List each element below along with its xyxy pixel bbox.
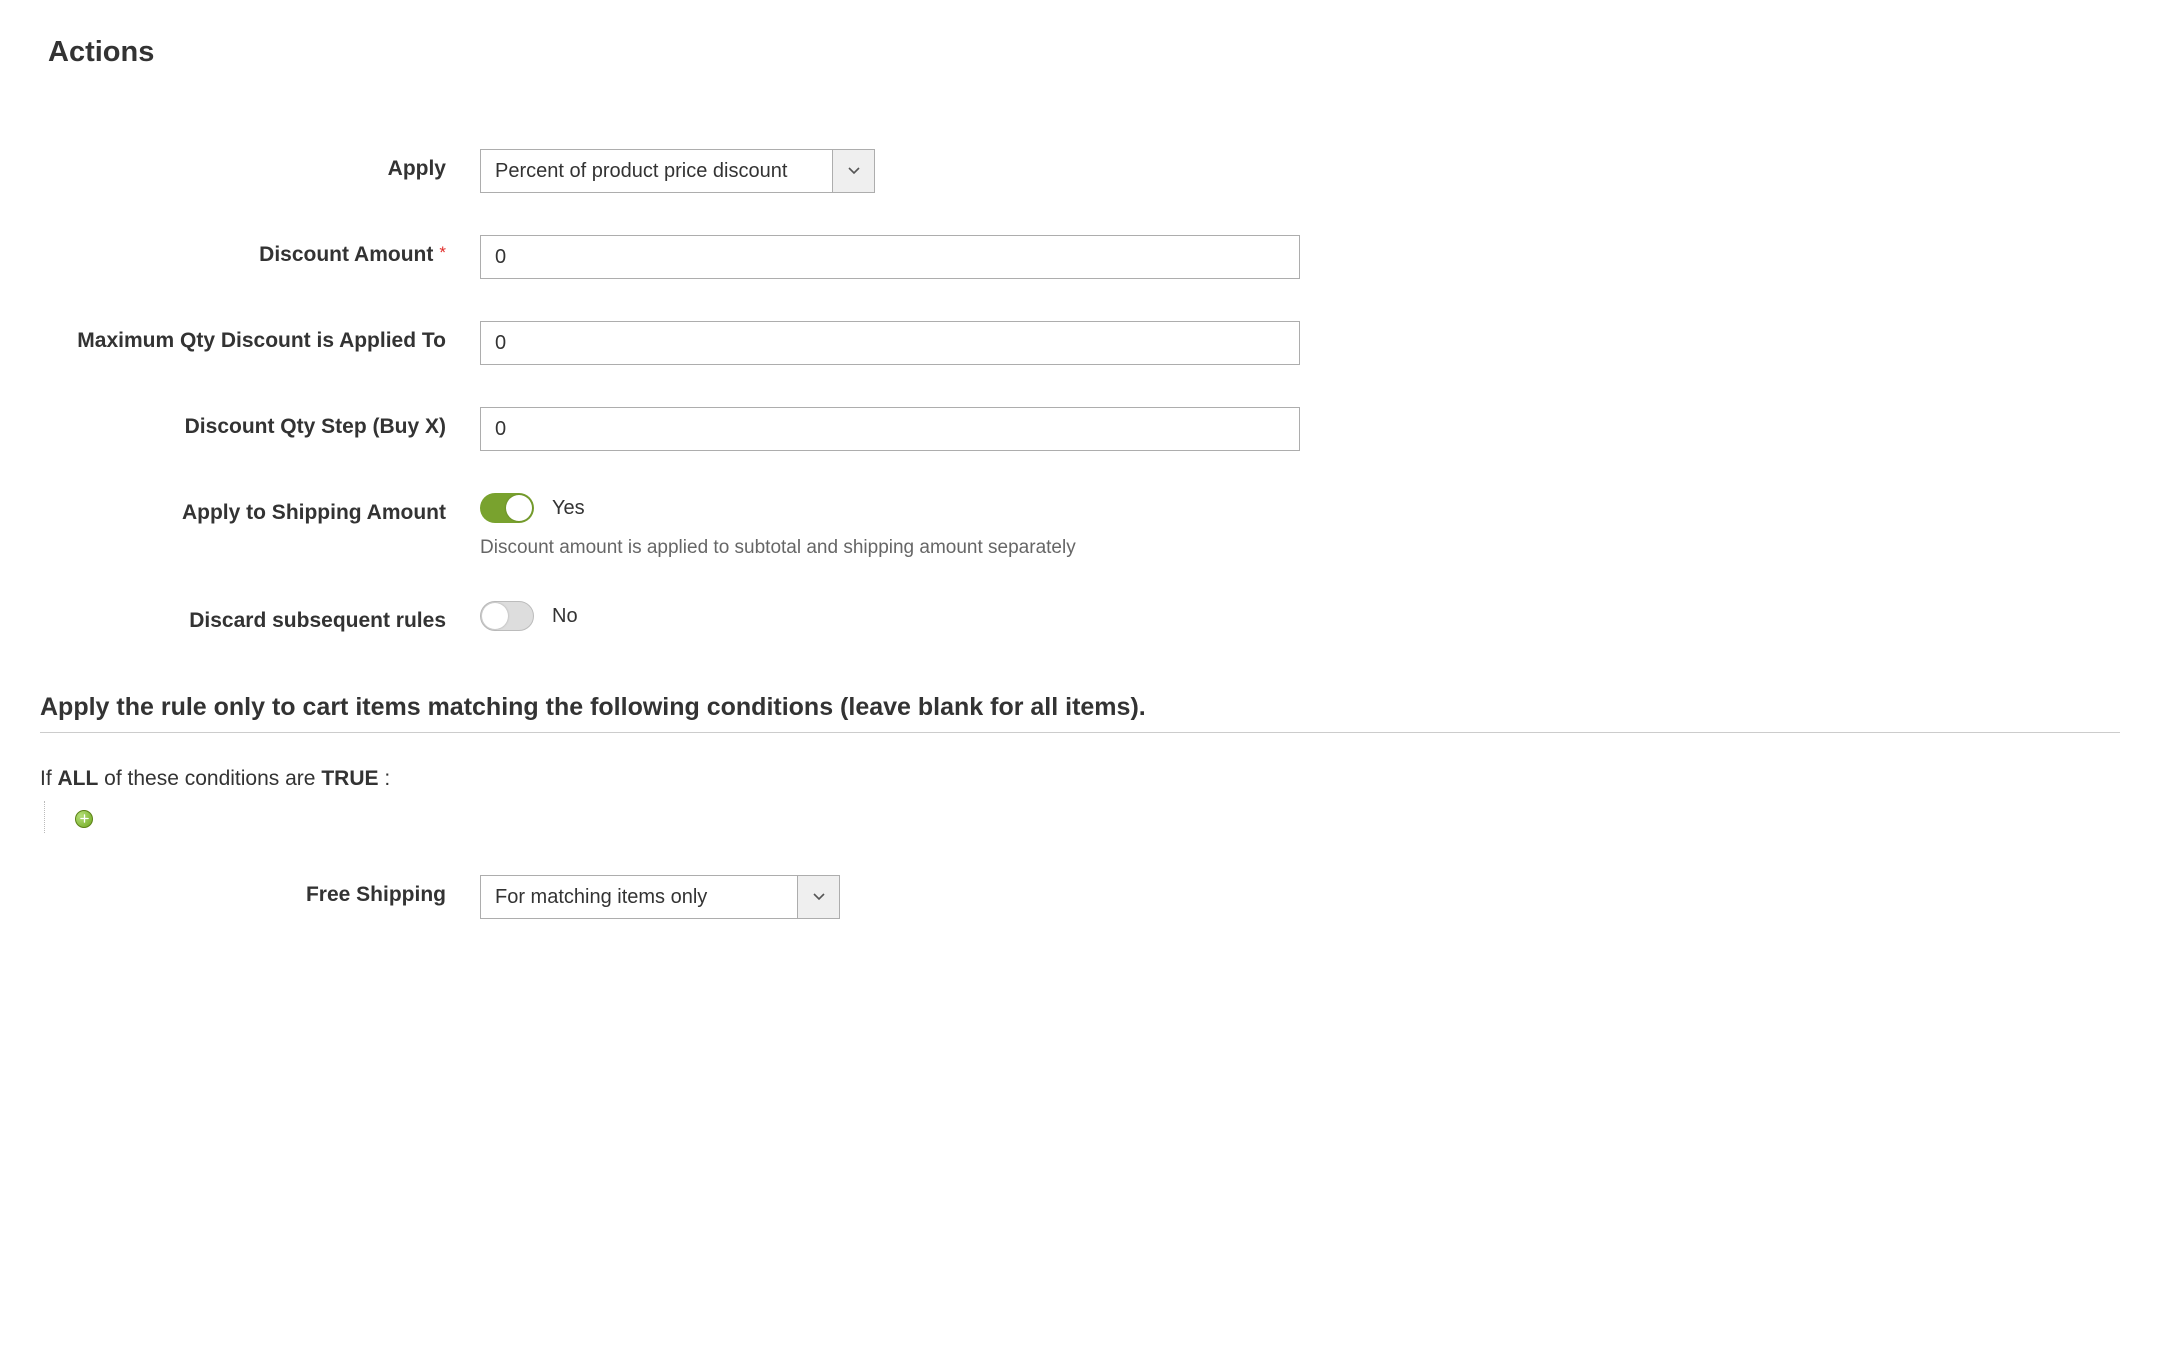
label-discard-rules: Discard subsequent rules bbox=[40, 601, 480, 633]
label-apply-shipping: Apply to Shipping Amount bbox=[40, 493, 480, 525]
add-condition-container bbox=[44, 801, 2120, 833]
section-title: Actions bbox=[48, 36, 2120, 69]
free-shipping-select[interactable]: For matching items only bbox=[480, 875, 840, 919]
label-max-qty: Maximum Qty Discount is Applied To bbox=[40, 321, 480, 353]
apply-select-value: Percent of product price discount bbox=[481, 150, 832, 192]
row-apply: Apply Percent of product price discount bbox=[40, 149, 2120, 193]
label-qty-step: Discount Qty Step (Buy X) bbox=[40, 407, 480, 439]
max-qty-input[interactable] bbox=[480, 321, 1300, 365]
row-apply-shipping: Apply to Shipping Amount Yes Discount am… bbox=[40, 493, 2120, 559]
conditions-heading: Apply the rule only to cart items matchi… bbox=[40, 693, 2120, 722]
chevron-down-icon bbox=[797, 876, 839, 918]
row-max-qty: Maximum Qty Discount is Applied To bbox=[40, 321, 2120, 365]
apply-shipping-toggle[interactable] bbox=[480, 493, 534, 523]
apply-shipping-help: Discount amount is applied to subtotal a… bbox=[480, 537, 1300, 559]
divider bbox=[40, 732, 2120, 733]
qty-step-input[interactable] bbox=[480, 407, 1300, 451]
required-asterisk-icon: * bbox=[439, 243, 446, 262]
free-shipping-select-value: For matching items only bbox=[481, 876, 797, 918]
discount-amount-input[interactable] bbox=[480, 235, 1300, 279]
row-discount-amount: Discount Amount* bbox=[40, 235, 2120, 279]
label-discount-amount: Discount Amount* bbox=[40, 235, 480, 267]
row-discard-rules: Discard subsequent rules No bbox=[40, 601, 2120, 633]
condition-expression: If ALL of these conditions are TRUE : bbox=[40, 767, 2120, 791]
discard-rules-toggle[interactable] bbox=[480, 601, 534, 631]
condition-aggregator[interactable]: ALL bbox=[58, 767, 99, 790]
add-condition-button[interactable] bbox=[75, 810, 93, 828]
chevron-down-icon bbox=[832, 150, 874, 192]
row-free-shipping: Free Shipping For matching items only bbox=[40, 875, 2120, 919]
apply-shipping-toggle-label: Yes bbox=[552, 497, 585, 520]
discard-rules-toggle-label: No bbox=[552, 605, 578, 628]
condition-value[interactable]: TRUE bbox=[321, 767, 378, 790]
label-free-shipping: Free Shipping bbox=[40, 875, 480, 907]
row-qty-step: Discount Qty Step (Buy X) bbox=[40, 407, 2120, 451]
apply-select[interactable]: Percent of product price discount bbox=[480, 149, 875, 193]
label-apply: Apply bbox=[40, 149, 480, 181]
